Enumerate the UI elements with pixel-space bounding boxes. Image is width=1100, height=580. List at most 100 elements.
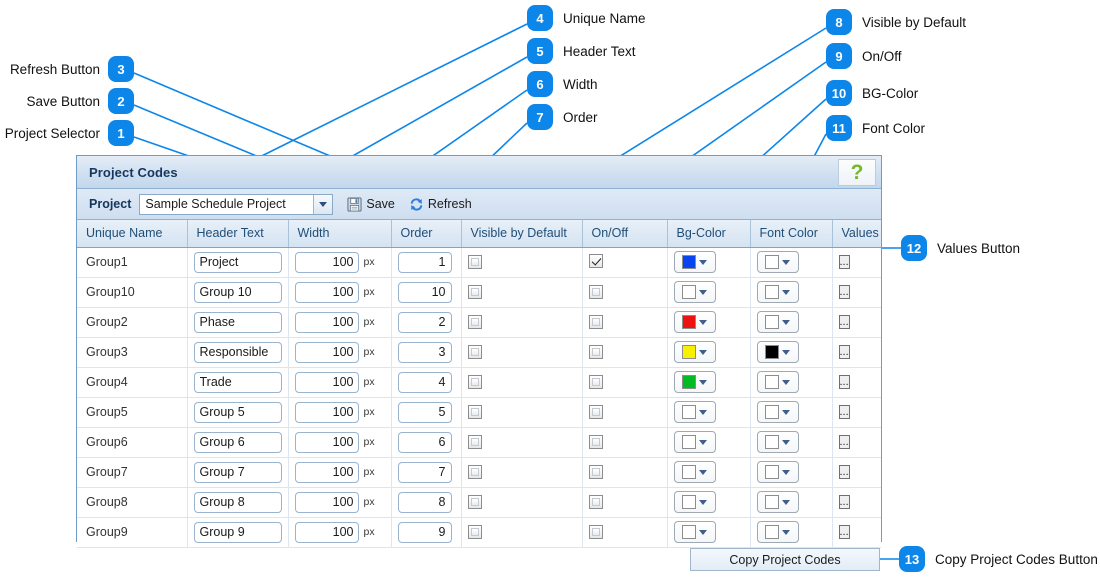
cell-order xyxy=(391,337,462,368)
width-input[interactable] xyxy=(294,281,359,303)
font-color-picker[interactable] xyxy=(756,251,799,273)
refresh-button[interactable]: Refresh xyxy=(409,197,472,212)
bg-color-picker[interactable] xyxy=(673,491,716,513)
values-button[interactable]: ... xyxy=(838,285,850,299)
bg-color-picker[interactable] xyxy=(673,461,716,483)
cell-header-text xyxy=(187,277,289,308)
font-color-picker[interactable] xyxy=(756,461,799,483)
width-input[interactable] xyxy=(294,311,359,333)
visible-by-default-checkbox[interactable] xyxy=(467,375,482,389)
cell-values: ... xyxy=(832,247,881,278)
on-off-checkbox[interactable] xyxy=(588,435,603,449)
order-input[interactable] xyxy=(397,491,452,513)
order-input[interactable] xyxy=(397,521,452,543)
cell-font-color xyxy=(750,337,833,368)
visible-by-default-checkbox[interactable] xyxy=(467,405,482,419)
annotation-badge: 10 xyxy=(826,80,852,106)
values-button[interactable]: ... xyxy=(838,405,850,419)
bg-color-picker[interactable] xyxy=(673,371,716,393)
visible-by-default-checkbox[interactable] xyxy=(467,435,482,449)
cell-font-color xyxy=(750,307,833,338)
on-off-checkbox[interactable] xyxy=(588,405,603,419)
width-input[interactable] xyxy=(294,431,359,453)
width-input[interactable] xyxy=(294,461,359,483)
annotation-label: Refresh Button xyxy=(9,61,100,77)
header-text-input[interactable] xyxy=(193,401,282,423)
header-text-input[interactable] xyxy=(193,341,282,363)
order-input[interactable] xyxy=(397,431,452,453)
visible-by-default-checkbox[interactable] xyxy=(467,465,482,479)
values-button[interactable]: ... xyxy=(838,375,850,389)
on-off-checkbox[interactable] xyxy=(588,345,603,359)
on-off-checkbox[interactable] xyxy=(588,375,603,389)
help-icon[interactable]: ? xyxy=(838,159,876,186)
width-input[interactable] xyxy=(294,341,359,363)
chevron-down-icon[interactable] xyxy=(313,194,333,214)
cell-on-off xyxy=(582,247,668,278)
order-input[interactable] xyxy=(397,311,452,333)
cell-order xyxy=(391,397,462,428)
bg-color-picker[interactable] xyxy=(673,281,716,303)
header-text-input[interactable] xyxy=(193,431,282,453)
visible-by-default-checkbox[interactable] xyxy=(467,525,482,539)
on-off-checkbox[interactable] xyxy=(588,285,603,299)
visible-by-default-checkbox[interactable] xyxy=(467,315,482,329)
order-input[interactable] xyxy=(397,461,452,483)
cell-order xyxy=(391,307,462,338)
values-button[interactable]: ... xyxy=(838,525,850,539)
header-text-input[interactable] xyxy=(193,371,282,393)
visible-by-default-checkbox[interactable] xyxy=(467,285,482,299)
project-selector[interactable]: Sample Schedule Project xyxy=(139,193,334,215)
font-color-picker[interactable] xyxy=(756,371,799,393)
order-input[interactable] xyxy=(397,401,452,423)
width-input[interactable] xyxy=(294,251,359,273)
bg-color-picker[interactable] xyxy=(673,311,716,333)
values-button[interactable]: ... xyxy=(838,345,850,359)
bg-color-picker[interactable] xyxy=(673,401,716,423)
width-input[interactable] xyxy=(294,401,359,423)
width-input[interactable] xyxy=(294,371,359,393)
values-button[interactable]: ... xyxy=(838,315,850,329)
values-button[interactable]: ... xyxy=(838,435,850,449)
cell-bg-color xyxy=(667,397,751,428)
header-text-input[interactable] xyxy=(193,461,282,483)
on-off-checkbox[interactable] xyxy=(588,525,603,539)
visible-by-default-checkbox[interactable] xyxy=(467,255,482,269)
font-color-picker[interactable] xyxy=(756,521,799,543)
header-text-input[interactable] xyxy=(193,251,282,273)
font-color-picker[interactable] xyxy=(756,281,799,303)
bg-color-picker[interactable] xyxy=(673,341,716,363)
width-input[interactable] xyxy=(294,521,359,543)
on-off-checkbox[interactable] xyxy=(588,315,603,329)
values-button[interactable]: ... xyxy=(838,495,850,509)
font-color-picker[interactable] xyxy=(756,401,799,423)
bg-color-picker[interactable] xyxy=(673,431,716,453)
header-text-input[interactable] xyxy=(193,491,282,513)
visible-by-default-checkbox[interactable] xyxy=(467,495,482,509)
header-text-input[interactable] xyxy=(193,311,282,333)
color-swatch xyxy=(682,285,696,299)
on-off-checkbox[interactable] xyxy=(588,253,603,268)
visible-by-default-checkbox[interactable] xyxy=(467,345,482,359)
values-button[interactable]: ... xyxy=(838,255,850,269)
font-color-picker[interactable] xyxy=(756,491,799,513)
px-unit-label: px xyxy=(363,466,375,478)
on-off-checkbox[interactable] xyxy=(588,465,603,479)
cell-width: px xyxy=(288,277,392,308)
copy-project-codes-button[interactable]: Copy Project Codes xyxy=(690,548,880,571)
on-off-checkbox[interactable] xyxy=(588,495,603,509)
values-button[interactable]: ... xyxy=(838,465,850,479)
bg-color-picker[interactable] xyxy=(673,251,716,273)
order-input[interactable] xyxy=(397,281,452,303)
order-input[interactable] xyxy=(397,341,452,363)
header-text-input[interactable] xyxy=(193,521,282,543)
order-input[interactable] xyxy=(397,371,452,393)
bg-color-picker[interactable] xyxy=(673,521,716,543)
font-color-picker[interactable] xyxy=(756,341,799,363)
width-input[interactable] xyxy=(294,491,359,513)
header-text-input[interactable] xyxy=(193,281,282,303)
save-button[interactable]: Save xyxy=(347,196,395,212)
order-input[interactable] xyxy=(397,251,452,273)
font-color-picker[interactable] xyxy=(756,311,799,333)
font-color-picker[interactable] xyxy=(756,431,799,453)
